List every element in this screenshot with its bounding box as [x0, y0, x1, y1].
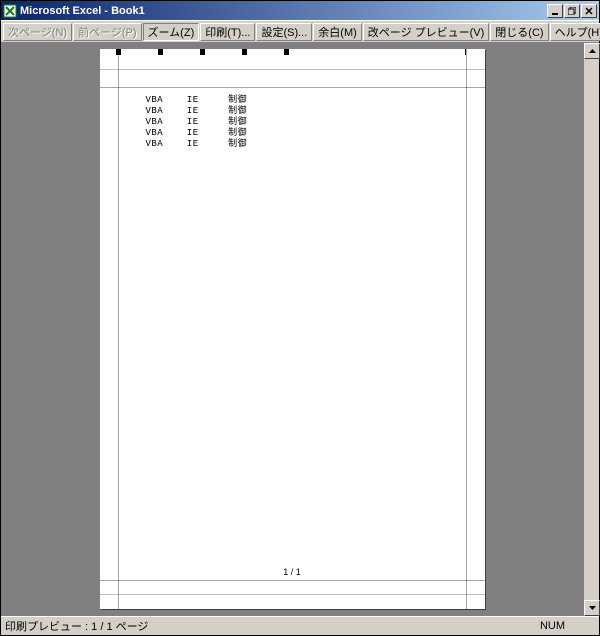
data-row: VBA IE 制御 — [146, 95, 248, 106]
column-ticks — [100, 49, 485, 57]
data-row: VBA IE 制御 — [146, 106, 248, 117]
data-row: VBA IE 制御 — [146, 139, 248, 150]
titlebar: Microsoft Excel - Book1 — [1, 1, 599, 20]
excel-icon — [3, 4, 17, 18]
vertical-scrollbar[interactable] — [583, 43, 599, 616]
print-button[interactable]: 印刷(T)... — [200, 23, 255, 41]
pagebreak-preview-button[interactable]: 改ページ プレビュー(V) — [363, 23, 490, 41]
help-button[interactable]: ヘルプ(H) — [550, 23, 600, 41]
margin-guides: VBA IE 制御VBA IE 制御VBA IE 制御VBA IE 制御VBA … — [118, 87, 467, 581]
data-row: VBA IE 制御 — [146, 128, 248, 139]
window-title: Microsoft Excel - Book1 — [20, 5, 547, 17]
preview-canvas[interactable]: VBA IE 制御VBA IE 制御VBA IE 制御VBA IE 制御VBA … — [1, 43, 583, 616]
prev-page-button[interactable]: 前ページ(P) — [73, 23, 141, 41]
statusbar: 印刷プレビュー : 1 / 1 ページ NUM — [1, 616, 599, 635]
minimize-button[interactable] — [547, 4, 563, 18]
page-preview: VBA IE 制御VBA IE 制御VBA IE 制御VBA IE 制御VBA … — [100, 49, 485, 609]
page-footer: 1 / 1 — [118, 567, 467, 577]
close-button[interactable] — [581, 4, 597, 18]
preview-toolbar: 次ページ(N) 前ページ(P) ズーム(Z) 印刷(T)... 設定(S)...… — [1, 20, 599, 42]
preview-workspace: VBA IE 制御VBA IE 制御VBA IE 制御VBA IE 制御VBA … — [1, 42, 599, 616]
close-preview-button[interactable]: 閉じる(C) — [490, 23, 548, 41]
margins-button[interactable]: 余白(M) — [313, 23, 362, 41]
scroll-up-button[interactable] — [584, 43, 600, 59]
restore-button[interactable] — [564, 4, 580, 18]
data-row: VBA IE 制御 — [146, 117, 248, 128]
next-page-button[interactable]: 次ページ(N) — [3, 23, 72, 41]
setup-button[interactable]: 設定(S)... — [256, 23, 312, 41]
status-text: 印刷プレビュー : 1 / 1 ページ — [5, 618, 540, 634]
app-window: Microsoft Excel - Book1 次ページ(N) 前ページ(P) … — [0, 0, 600, 636]
window-controls — [547, 4, 597, 18]
sheet-content: VBA IE 制御VBA IE 制御VBA IE 制御VBA IE 制御VBA … — [146, 95, 248, 150]
scroll-down-button[interactable] — [584, 600, 600, 616]
numlock-indicator: NUM — [540, 620, 595, 632]
scroll-track[interactable] — [584, 59, 599, 600]
zoom-button[interactable]: ズーム(Z) — [143, 23, 200, 41]
